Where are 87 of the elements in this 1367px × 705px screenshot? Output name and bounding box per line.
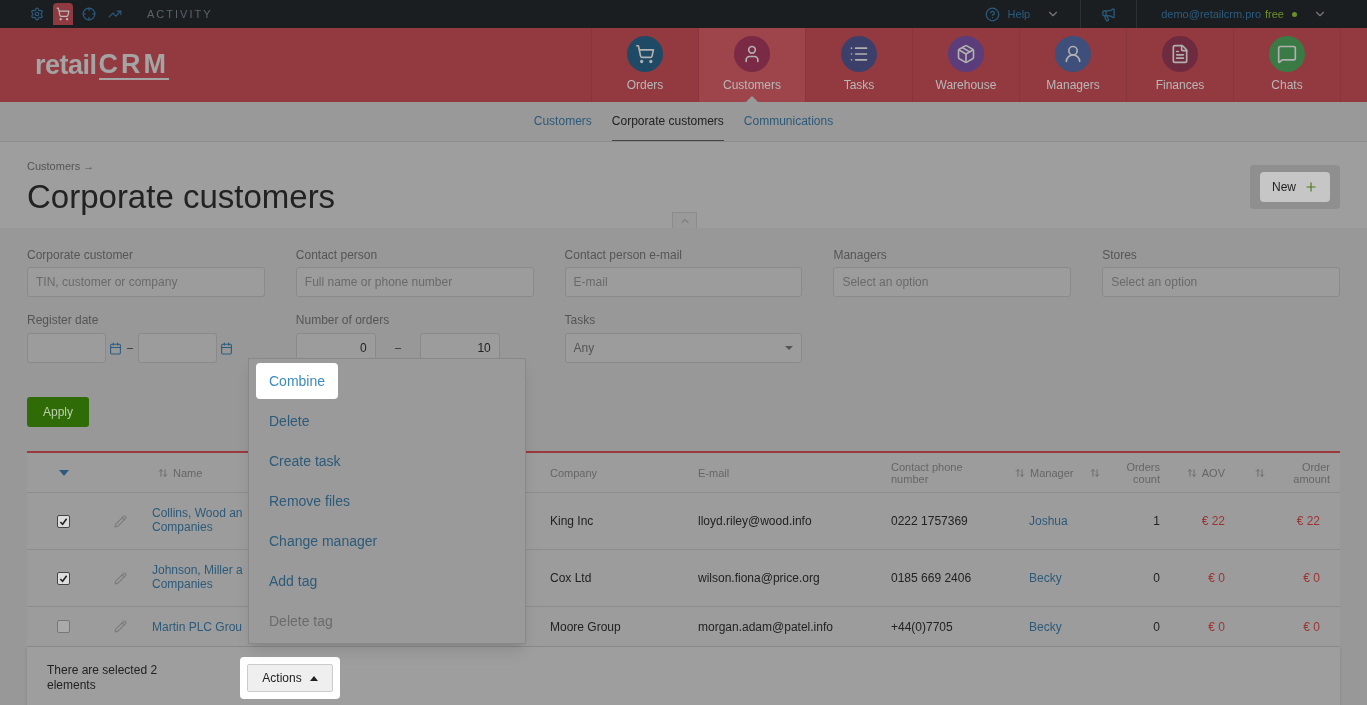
subnav-tab[interactable]: Customers — [533, 102, 592, 141]
company-cell: Moore Group — [550, 619, 621, 634]
activity-link[interactable]: ACTIVITY — [147, 5, 213, 23]
calendar-icon[interactable] — [220, 341, 233, 355]
calendar-icon[interactable] — [109, 341, 122, 355]
aov-cell: € 0 — [1208, 571, 1225, 585]
person-icon — [734, 36, 770, 72]
order-amount-cell: € 0 — [1303, 571, 1320, 585]
sort-icon[interactable] — [158, 467, 168, 478]
plus-icon — [1304, 180, 1318, 194]
chat-icon — [1269, 36, 1305, 72]
nav-tab[interactable]: Chats — [1234, 28, 1341, 102]
nav-tab[interactable]: Tasks — [806, 28, 913, 102]
account-email[interactable]: demo@retailcrm.pro — [1161, 5, 1262, 23]
edit-icon[interactable] — [113, 514, 127, 528]
box-icon — [948, 36, 984, 72]
edit-icon[interactable] — [113, 571, 127, 585]
new-button[interactable]: New — [1260, 172, 1330, 202]
caret-icon[interactable] — [58, 469, 69, 476]
customer-name-link[interactable]: Martin PLC Grou — [152, 619, 243, 634]
aov-cell: € 0 — [1208, 619, 1225, 634]
orders-count-cell: 1 — [1153, 514, 1160, 528]
row-checkbox[interactable] — [57, 620, 70, 633]
field-label: Register date — [27, 312, 100, 329]
nav-tab[interactable]: Customers — [699, 28, 806, 102]
sort-icon[interactable] — [1090, 467, 1100, 478]
edit-icon[interactable] — [113, 620, 127, 633]
company-cell: King Inc — [550, 514, 594, 528]
company-cell: Cox Ltd — [550, 571, 592, 585]
row-checkbox[interactable] — [57, 571, 70, 585]
sort-icon[interactable] — [1255, 467, 1265, 478]
order-amount-cell: € 22 — [1296, 514, 1320, 528]
customer-name-link[interactable]: Collins, Wood an Companies — [152, 506, 243, 534]
menu-item[interactable]: Delete — [256, 403, 323, 439]
cart-icon — [627, 36, 663, 72]
manager-link[interactable]: Becky — [1029, 571, 1062, 585]
menu-item[interactable]: Change manager — [256, 523, 391, 559]
email-cell: wilson.fiona@price.org — [698, 571, 820, 585]
select-field[interactable]: Any — [564, 333, 803, 363]
email-cell: lloyd.riley@wood.info — [698, 514, 812, 528]
field-label: Number of orders — [295, 312, 391, 329]
cart-icon[interactable] — [53, 3, 73, 25]
plan-label: free — [1265, 6, 1284, 22]
list-icon — [841, 36, 877, 72]
caret-icon — [785, 346, 794, 350]
field-label: Managers — [833, 247, 888, 264]
field-label: Contact person e-mail — [564, 247, 683, 264]
row-checkbox[interactable] — [57, 514, 70, 528]
nav-tab[interactable]: Finances — [1127, 28, 1234, 102]
subnav-tab[interactable]: Communications — [743, 102, 834, 141]
nav-tab[interactable]: Managers — [1020, 28, 1127, 102]
customer-name-link[interactable]: Johnson, Miller a Companies — [152, 563, 243, 591]
manager-link[interactable]: Becky — [1029, 619, 1062, 634]
breadcrumb-link[interactable]: Customers → — [27, 158, 336, 175]
aov-cell: € 22 — [1201, 514, 1225, 528]
help-link[interactable]: Help — [1007, 5, 1031, 23]
document-icon — [1162, 36, 1198, 72]
megaphone-icon[interactable] — [1101, 6, 1117, 22]
help-icon[interactable] — [984, 6, 1000, 22]
manager-link[interactable]: Joshua — [1029, 514, 1068, 528]
field-label: Stores — [1102, 247, 1138, 264]
order-amount-cell: € 0 — [1303, 619, 1320, 634]
menu-item[interactable]: Combine — [256, 363, 339, 399]
nav-tab[interactable]: Warehouse — [913, 28, 1020, 102]
sort-icon[interactable] — [1186, 467, 1197, 478]
orders-count-cell: 0 — [1153, 619, 1160, 634]
phone-cell: 0185 669 2406 — [891, 571, 972, 585]
orders-count-cell: 0 — [1153, 571, 1160, 585]
apply-button[interactable]: Apply — [27, 397, 89, 427]
menu-item[interactable]: Remove files — [256, 483, 363, 519]
field-label: Contact person — [295, 247, 379, 264]
subnav-tab[interactable]: Corporate customers — [611, 102, 724, 141]
phone-cell: +44(0)7705 — [891, 619, 953, 634]
person-icon — [1055, 36, 1091, 72]
menu-item[interactable]: Create task — [256, 443, 354, 479]
actions-button[interactable]: Actions — [247, 664, 333, 692]
page-title: Corporate customers — [27, 176, 336, 217]
email-cell: morgan.adam@patel.info — [698, 619, 833, 634]
logo[interactable]: retailCRM — [0, 28, 170, 102]
selection-text: There are selected 2 elements — [47, 663, 159, 693]
field-label: Tasks — [564, 312, 597, 329]
field-label: Corporate customer — [27, 247, 135, 264]
menu-item[interactable]: Add tag — [256, 563, 331, 599]
collapse-tab[interactable] — [672, 212, 697, 228]
caret-icon — [309, 675, 318, 681]
phone-cell: 0222 1757369 — [891, 514, 968, 528]
sort-icon[interactable] — [1015, 467, 1025, 478]
